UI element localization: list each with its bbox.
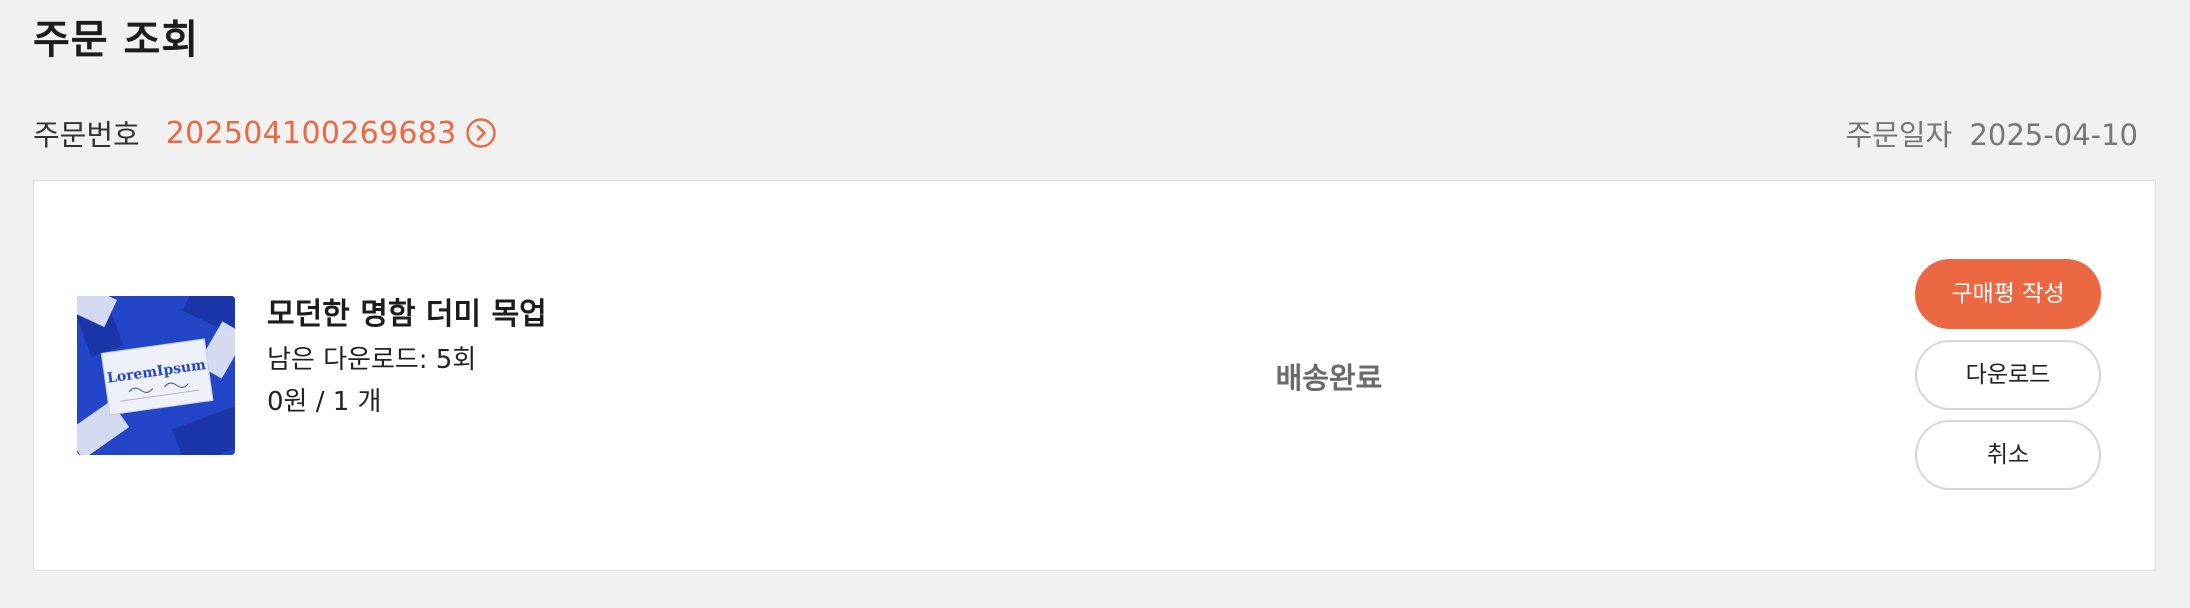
downloads-remaining: 남은 다운로드: 5회 — [267, 345, 477, 375]
delivery-status: 배송완료 — [1275, 361, 1383, 395]
page-title: 주문 조회 — [33, 17, 200, 63]
order-item-card: LoremIpsum 모던한 명함 더미 목업 남은 다운로드: 5회 0원 /… — [33, 180, 2156, 571]
write-review-button[interactable]: 구매평 작성 — [1915, 259, 2101, 329]
order-lookup-page: 주문 조회 주문번호 202504100269683 주문일자 2025-04-… — [0, 0, 2190, 608]
product-info: 모던한 명함 더미 목업 남은 다운로드: 5회 0원 / 1 개 — [267, 293, 547, 423]
cancel-button[interactable]: 취소 — [1915, 420, 2101, 490]
order-date-value: 2025-04-10 — [1969, 118, 2138, 152]
order-date: 주문일자 2025-04-10 — [1846, 112, 2139, 154]
download-button[interactable]: 다운로드 — [1915, 340, 2101, 410]
chevron-right-circle-icon[interactable] — [465, 117, 497, 149]
item-actions: 구매평 작성 다운로드 취소 — [1915, 259, 2101, 490]
order-number-link[interactable]: 202504100269683 — [166, 116, 457, 151]
order-number-label: 주문번호 — [33, 118, 140, 152]
product-thumbnail[interactable]: LoremIpsum — [77, 296, 235, 455]
order-date-label: 주문일자 — [1845, 118, 1953, 152]
product-name[interactable]: 모던한 명함 더미 목업 — [267, 293, 547, 337]
price-quantity: 0원 / 1 개 — [267, 387, 382, 417]
order-meta-row: 주문번호 202504100269683 주문일자 2025-04-10 — [33, 108, 2138, 158]
